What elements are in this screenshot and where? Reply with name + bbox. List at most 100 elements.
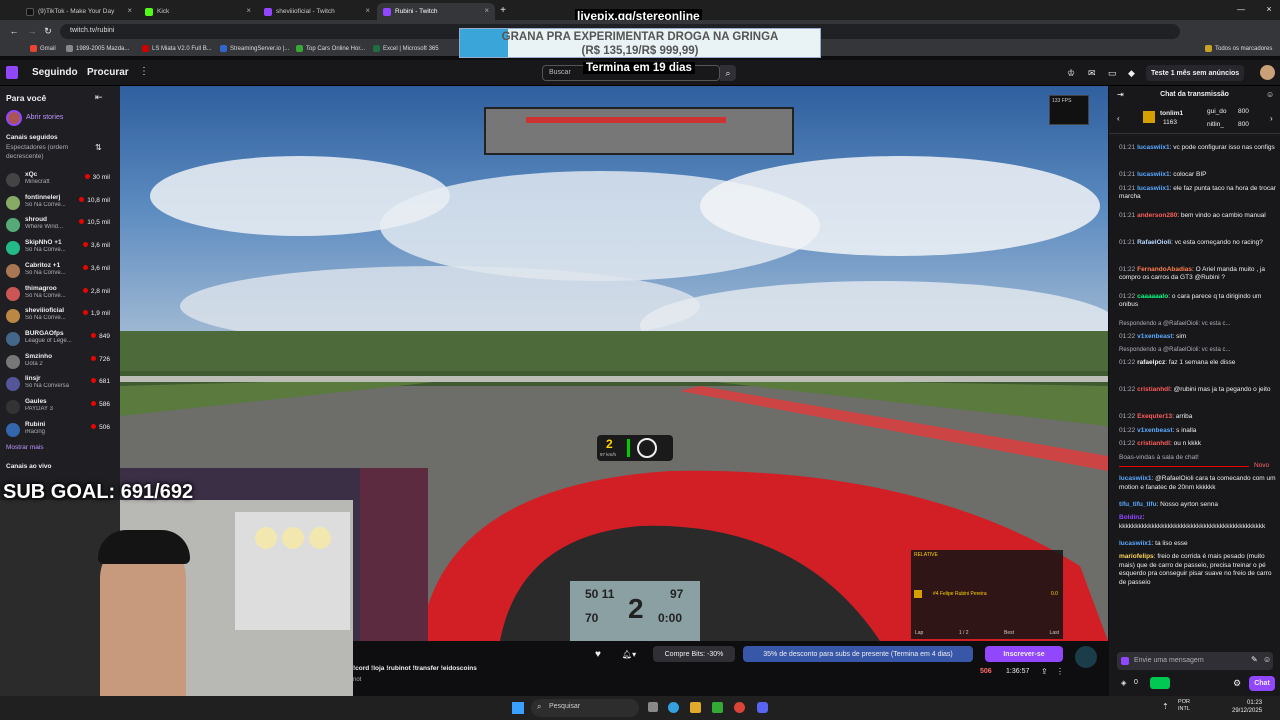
chat-message[interactable]: 01:22 rafaelpcz: faz 1 semana ele disse — [1119, 359, 1276, 368]
chat-message[interactable]: 01:21 anderson280: bem vindo ao cambio m… — [1119, 212, 1276, 221]
sidebar-channel-item[interactable]: BURGAOfps League of Lege... 849 — [4, 329, 116, 351]
prime-icon[interactable]: ♔ — [1067, 68, 1075, 79]
chat-username[interactable]: caaaaaalo — [1137, 293, 1168, 300]
channel-points-icon[interactable]: ◈ — [1121, 679, 1126, 687]
next-icon[interactable]: › — [1270, 114, 1273, 123]
user-avatar[interactable] — [1260, 65, 1275, 80]
explorer-icon[interactable] — [690, 702, 701, 713]
chat-message[interactable]: lucaswiix1: ta liso esse — [1119, 540, 1276, 549]
browser-tab-shevii[interactable]: sheviiioficial - Twitch × — [258, 3, 376, 20]
chat-message[interactable]: lucaswiix1: @RafaelOioli cara ta comecan… — [1119, 475, 1276, 492]
all-bookmarks[interactable]: Todos os marcadores — [1205, 45, 1272, 52]
chat-username[interactable]: Exequter13 — [1137, 413, 1172, 420]
nav-browse[interactable]: Procurar — [87, 67, 129, 78]
language-indicator[interactable]: POR INTL — [1177, 699, 1191, 713]
sidebar-channel-item[interactable]: sheviiioficial Só Na Conve... 1,9 mil — [4, 306, 116, 328]
chat-username[interactable]: rafaelpcz — [1137, 359, 1165, 366]
sidebar-channel-item[interactable]: fontinnelerj Só Na Conve... 10,8 mil — [4, 193, 116, 215]
sidebar-channel-item[interactable]: xQc Minecraft 30 mil — [4, 170, 116, 192]
chat-message[interactable]: 01:22 v1xenbeast: s inalla — [1119, 427, 1276, 436]
chat-username[interactable]: mariofelips — [1119, 553, 1154, 560]
open-stories-link[interactable]: Abrir stories — [26, 114, 63, 121]
chrome-icon[interactable] — [734, 702, 745, 713]
bookmark-mazda[interactable]: 1989-2005 Mazda... — [66, 45, 129, 52]
notification-bell-icon[interactable]: 🔔︎▾ — [615, 646, 643, 662]
chat-username[interactable]: FernandoAbadias — [1137, 266, 1192, 273]
more-options-icon[interactable]: ⋮ — [1056, 667, 1064, 676]
chat-username[interactable]: anderson280 — [1137, 212, 1177, 219]
chat-username[interactable]: lucaswiix1 — [1137, 144, 1170, 151]
emote-icon[interactable]: ☺ — [1263, 655, 1271, 664]
chat-message[interactable]: 01:22 cristianhdl: ou n kkkk — [1119, 440, 1276, 449]
window-close-icon[interactable]: × — [1263, 3, 1275, 15]
sidebar-channel-item[interactable]: thimagroo Só Na Conve... 2,8 mil — [4, 284, 116, 306]
twitch-logo-icon[interactable] — [6, 66, 18, 79]
follow-heart-icon[interactable]: ♥ — [589, 646, 607, 662]
windows-start-icon[interactable] — [512, 702, 524, 714]
browser-tab-rubini[interactable]: Rubini - Twitch × — [377, 3, 495, 20]
browser-tab-tiktok[interactable]: (9)TikTok - Make Your Day × — [20, 3, 138, 20]
mod-icon[interactable]: ✎ — [1251, 655, 1258, 664]
chat-username[interactable]: v1xenbeast — [1137, 427, 1172, 434]
chat-message[interactable]: 01:21 lucaswiix1: colocar BIP — [1119, 171, 1276, 180]
chat-message[interactable]: 01:21 lucaswiix1: vc pode configurar iss… — [1119, 144, 1276, 153]
edge-icon[interactable] — [668, 702, 679, 713]
bookmark-excel[interactable]: Excel | Microsoft 365 — [373, 45, 439, 52]
chat-message[interactable]: 01:22 cristianhdl: @rubini mas ja ta peg… — [1119, 386, 1276, 395]
chat-message[interactable]: 01:22 caaaaaalo: o cara parece q ta diri… — [1119, 293, 1276, 310]
collapse-sidebar-icon[interactable]: ⇤ — [95, 92, 103, 103]
chat-username[interactable]: cristianhdl — [1137, 440, 1170, 447]
bookmark-gmail[interactable]: Gmail — [30, 45, 56, 52]
prev-icon[interactable]: ‹ — [1117, 114, 1120, 123]
taskbar-search[interactable]: ⌕ Pesquisar — [531, 699, 639, 717]
chat-username[interactable]: v1xenbeast — [1137, 333, 1172, 340]
prediction-icon[interactable] — [1150, 677, 1170, 689]
sidebar-channel-item[interactable]: linsjr Só Na Conversa 681 — [4, 374, 116, 396]
sidebar-channel-item[interactable]: Cabritoz +1 Só Na Conve... 3,6 mil — [4, 261, 116, 283]
chat-message[interactable]: Boldinz: kkkkkkkkkkkkkkkkkkkkkkkkkkkkkkk… — [1119, 514, 1276, 531]
chat-users-icon[interactable]: ☺ — [1266, 90, 1274, 99]
nav-following[interactable]: Seguindo — [32, 67, 78, 78]
chat-message[interactable]: 01:22 v1xenbeast: sim — [1119, 333, 1276, 342]
notifications-icon[interactable]: ✉ — [1088, 68, 1096, 79]
chat-username[interactable]: lucaswiix1 — [1137, 185, 1170, 192]
chat-settings-icon[interactable]: ⚙ — [1233, 678, 1241, 689]
chat-username[interactable]: lucaswiix1 — [1119, 475, 1152, 482]
subscribe-button[interactable]: Inscrever-se — [985, 646, 1063, 662]
chat-message[interactable]: 01:21 lucaswiix1: ele faz punta taco na … — [1119, 185, 1276, 202]
reload-icon[interactable]: ↻ — [42, 25, 54, 37]
inbox-icon[interactable]: ▭ — [1108, 68, 1117, 79]
chat-username[interactable]: Boldinz — [1119, 514, 1142, 521]
chat-send-button[interactable]: Chat — [1249, 676, 1275, 691]
close-icon[interactable]: × — [127, 6, 132, 15]
bits-icon[interactable] — [1121, 657, 1129, 665]
back-icon[interactable]: ← — [8, 25, 20, 37]
ad-free-button[interactable]: Teste 1 mês sem anúncios — [1146, 65, 1245, 81]
chat-message[interactable]: 01:21 RafaelOioli: vc esta começando no … — [1119, 239, 1276, 248]
close-icon[interactable]: × — [365, 6, 370, 15]
search-icon[interactable]: ⌕ — [720, 65, 736, 81]
network-icon[interactable]: ⇡ — [1162, 702, 1169, 711]
gift-sub-promo-button[interactable]: 35% de desconto para subs de presente (T… — [743, 646, 973, 662]
store-icon[interactable] — [712, 702, 723, 713]
task-view-icon[interactable] — [648, 702, 658, 712]
discord-icon[interactable] — [757, 702, 768, 713]
chat-message[interactable]: 01:22 Exequter13: arriba — [1119, 413, 1276, 422]
stories-avatar[interactable] — [6, 110, 22, 126]
chat-username[interactable]: lucaswiix1 — [1137, 171, 1170, 178]
sidebar-channel-item[interactable]: Rubini iRacing 506 — [4, 420, 116, 442]
sort-icon[interactable]: ⇅ — [95, 143, 102, 152]
close-icon[interactable]: × — [484, 6, 489, 15]
forward-icon[interactable]: → — [26, 25, 38, 37]
sidebar-channel-item[interactable]: Gaules PAYDAY 3 586 — [4, 397, 116, 419]
chat-input[interactable]: Envie uma mensagem ✎ ☺ — [1117, 652, 1273, 670]
minimize-icon[interactable]: — — [1235, 3, 1247, 15]
channel-avatar[interactable] — [1075, 646, 1097, 668]
sidebar-channel-item[interactable]: shroud Where Wind... 10,5 mil — [4, 215, 116, 237]
chat-message[interactable]: tifu_tifu_tifu: Nosso ayrton senna — [1119, 501, 1276, 510]
chat-message[interactable]: 01:22 FernandoAbadias: O Ariel manda mui… — [1119, 266, 1276, 283]
bookmark-miata[interactable]: LS Miata V2.0 Full B... — [142, 45, 212, 52]
close-icon[interactable]: × — [246, 6, 251, 15]
share-icon[interactable]: ⇪ — [1041, 667, 1048, 676]
chat-username[interactable]: lucaswiix1 — [1119, 540, 1152, 547]
